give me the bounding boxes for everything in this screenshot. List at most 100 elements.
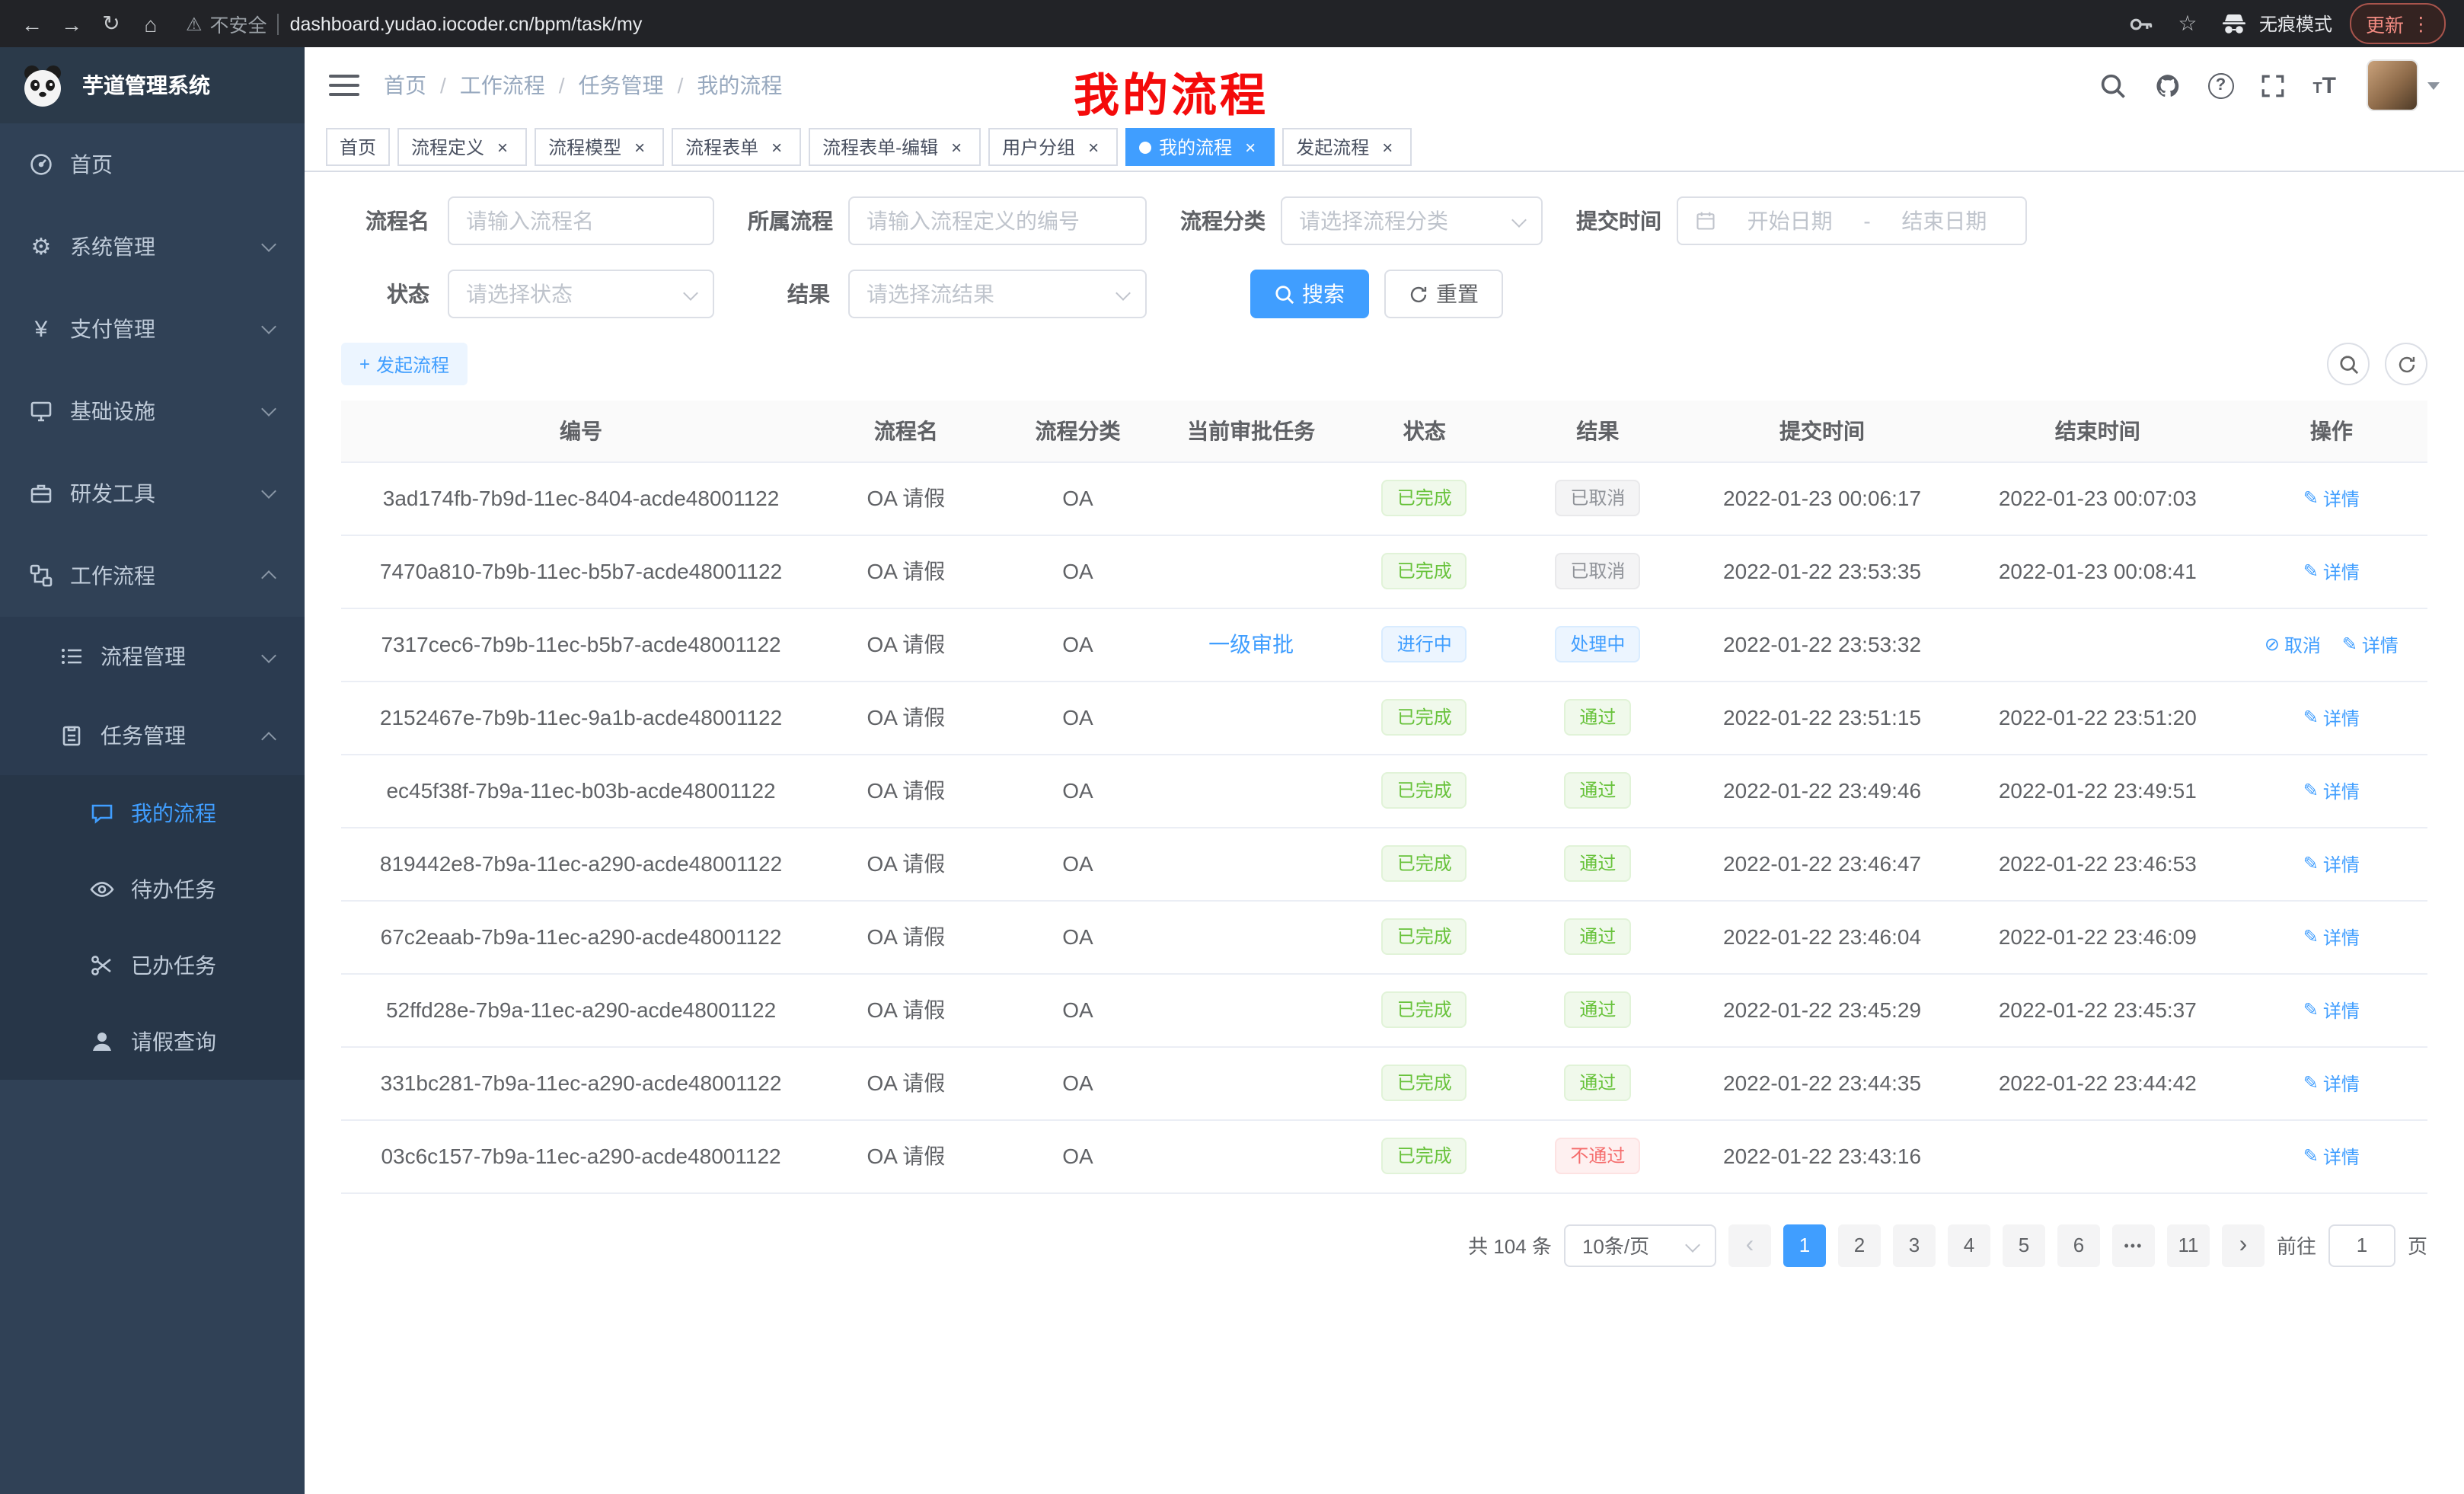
avatar[interactable] [2367, 59, 2418, 111]
sidebar-item-devtools[interactable]: 研发工具 [0, 452, 305, 535]
start-process-button[interactable]: + 发起流程 [341, 343, 468, 385]
sidebar-item-payment[interactable]: ¥ 支付管理 [0, 288, 305, 370]
fullscreen-icon[interactable] [2258, 70, 2288, 101]
category-select[interactable]: 请选择流程分类 [1281, 196, 1543, 245]
address-bar[interactable]: ⚠ 不安全 dashboard.yudao.iocoder.cn/bpm/tas… [186, 9, 2128, 38]
sidebar-item-process-management[interactable]: 流程管理 [0, 617, 305, 696]
detail-link[interactable]: ✎详情 [2303, 998, 2360, 1023]
user-menu[interactable] [2367, 59, 2440, 111]
page-button-11[interactable]: 11 [2167, 1224, 2210, 1266]
status-select[interactable]: 请选择状态 [448, 270, 714, 318]
detail-link[interactable]: ✎详情 [2303, 778, 2360, 804]
close-icon[interactable]: × [1377, 136, 1398, 158]
search-icon[interactable] [2098, 70, 2128, 101]
process-name-input[interactable]: 请输入流程名 [448, 196, 714, 245]
app-logo-row[interactable]: 芋道管理系统 [0, 47, 305, 123]
sidebar-item-workflow[interactable]: 工作流程 [0, 535, 305, 617]
briefcase-icon [27, 480, 55, 507]
page-button-5[interactable]: 5 [2003, 1224, 2045, 1266]
font-size-big-t: T [2322, 72, 2336, 98]
tab-process-model[interactable]: 流程模型 × [535, 128, 664, 166]
bookmark-star-icon[interactable]: ☆ [2174, 10, 2201, 37]
back-button[interactable]: ← [12, 4, 52, 43]
search-button[interactable]: 搜索 [1250, 270, 1369, 318]
more-pages-button[interactable]: ••• [2112, 1224, 2155, 1266]
result-select[interactable]: 请选择流结果 [848, 270, 1147, 318]
page-button-1[interactable]: 1 [1783, 1224, 1826, 1266]
home-button[interactable]: ⌂ [131, 4, 171, 43]
cancel-link[interactable]: ⊘取消 [2265, 632, 2321, 658]
chevron-down-icon [261, 484, 276, 499]
forward-button[interactable]: → [52, 4, 91, 43]
tab-process-definition[interactable]: 流程定义 × [397, 128, 527, 166]
sidebar-item-label: 待办任务 [131, 874, 216, 905]
refresh-table-button[interactable] [2385, 343, 2427, 385]
tab-my-process[interactable]: 我的流程 × [1125, 128, 1275, 166]
sidebar-item-done-tasks[interactable]: 已办任务 [0, 927, 305, 1004]
sidebar-item-leave-query[interactable]: 请假查询 [0, 1004, 305, 1080]
update-menu-button[interactable]: 更新 ⋮ [2351, 3, 2446, 44]
cell-status: 已完成 [1338, 681, 1511, 754]
page-button-2[interactable]: 2 [1838, 1224, 1881, 1266]
reload-button[interactable]: ↻ [91, 4, 131, 43]
date-range-input[interactable]: 开始日期 - 结束日期 [1677, 196, 2027, 245]
tab-label: 流程模型 [548, 134, 621, 160]
page-button-3[interactable]: 3 [1893, 1224, 1936, 1266]
date-separator: - [1863, 209, 1870, 233]
sidebar-item-home[interactable]: 首页 [0, 123, 305, 206]
tab-home[interactable]: 首页 [326, 128, 390, 166]
sidebar-item-task-management[interactable]: 任务管理 [0, 696, 305, 775]
detail-link[interactable]: ✎详情 [2342, 632, 2399, 658]
tab-user-group[interactable]: 用户分组 × [988, 128, 1118, 166]
toggle-search-button[interactable] [2327, 343, 2370, 385]
close-icon[interactable]: × [629, 136, 650, 158]
hamburger-icon[interactable] [329, 69, 359, 102]
help-icon[interactable]: ? [2207, 72, 2233, 98]
close-icon[interactable]: × [766, 136, 787, 158]
breadcrumb-item[interactable]: 首页 [384, 70, 426, 101]
breadcrumb-item[interactable]: 任务管理 [579, 70, 664, 101]
page-button-6[interactable]: 6 [2057, 1224, 2100, 1266]
detail-link[interactable]: ✎详情 [2303, 924, 2360, 950]
page-button-4[interactable]: 4 [1948, 1224, 1990, 1266]
cell-status: 已完成 [1338, 1119, 1511, 1192]
cell-category: OA [991, 973, 1165, 1046]
url-text[interactable]: dashboard.yudao.iocoder.cn/bpm/task/my [290, 13, 643, 34]
detail-link[interactable]: ✎详情 [2303, 559, 2360, 585]
date-start-placeholder[interactable]: 开始日期 [1725, 206, 1854, 236]
close-icon[interactable]: × [492, 136, 513, 158]
sidebar-item-my-process[interactable]: 我的流程 [0, 775, 305, 851]
tab-process-form-edit[interactable]: 流程表单-编辑 × [809, 128, 981, 166]
detail-link[interactable]: ✎详情 [2303, 851, 2360, 877]
column-header: 状态 [1338, 401, 1511, 461]
breadcrumb-item[interactable]: 工作流程 [460, 70, 545, 101]
prev-page-button[interactable]: ‹ [1728, 1224, 1771, 1266]
cell-result: 已取消 [1511, 461, 1685, 535]
tab-process-form[interactable]: 流程表单 × [672, 128, 801, 166]
cell-category: OA [991, 461, 1165, 535]
close-icon[interactable]: × [1083, 136, 1104, 158]
sidebar-item-infrastructure[interactable]: 基础设施 [0, 370, 305, 452]
close-icon[interactable]: × [1240, 136, 1261, 158]
sidebar-item-todo-tasks[interactable]: 待办任务 [0, 851, 305, 927]
font-size-icon[interactable]: TT [2312, 72, 2336, 98]
detail-link[interactable]: ✎详情 [2303, 1144, 2360, 1170]
site-security[interactable]: ⚠ 不安全 [186, 9, 267, 38]
goto-page-input[interactable] [2328, 1224, 2395, 1266]
detail-link[interactable]: ✎详情 [2303, 705, 2360, 731]
next-page-button[interactable]: › [2222, 1224, 2265, 1266]
github-icon[interactable] [2153, 70, 2183, 101]
password-key-icon[interactable] [2128, 10, 2156, 37]
warning-icon: ⚠ [186, 13, 203, 34]
tab-start-process[interactable]: 发起流程 × [1282, 128, 1412, 166]
date-end-placeholder[interactable]: 结束日期 [1880, 206, 2009, 236]
parent-process-input[interactable]: 请输入流程定义的编号 [848, 196, 1147, 245]
sidebar-item-system[interactable]: ⚙ 系统管理 [0, 206, 305, 288]
column-header: 操作 [2236, 401, 2427, 461]
reset-button[interactable]: 重置 [1384, 270, 1503, 318]
current-task-link[interactable]: 一级审批 [1208, 632, 1294, 656]
close-icon[interactable]: × [946, 136, 967, 158]
detail-link[interactable]: ✎详情 [2303, 486, 2360, 512]
detail-link[interactable]: ✎详情 [2303, 1071, 2360, 1097]
page-size-select[interactable]: 10条/页 [1564, 1224, 1716, 1266]
